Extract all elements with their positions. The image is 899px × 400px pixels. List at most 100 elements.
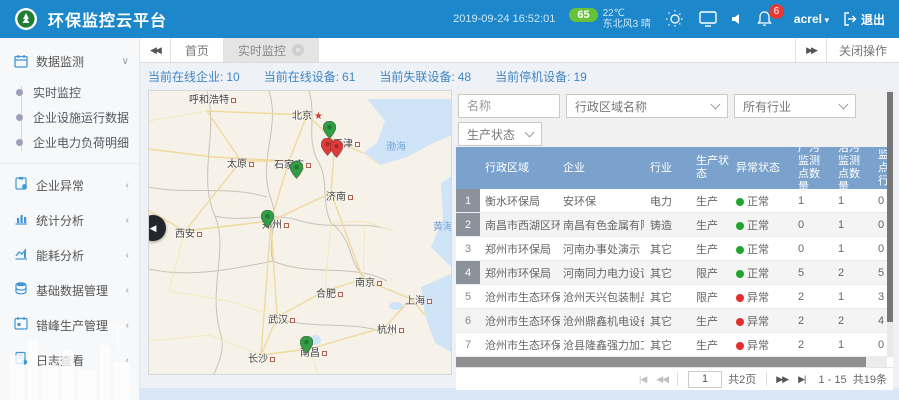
column-header[interactable]: 治污监测点数量 bbox=[824, 147, 864, 194]
logout-button[interactable]: 退出 bbox=[843, 11, 885, 28]
company-cell: 河南办事处演示 bbox=[560, 241, 644, 257]
map-city-label: 长沙 bbox=[248, 350, 275, 365]
close-operations-button[interactable]: 关闭操作 bbox=[826, 38, 899, 62]
next-page-button[interactable]: ▶▶ bbox=[771, 374, 793, 385]
horizontal-scrollbar[interactable] bbox=[456, 357, 887, 367]
column-header[interactable]: 行业 bbox=[644, 162, 688, 175]
town-square-icon bbox=[197, 232, 202, 237]
column-header[interactable]: 产污监测点数量 bbox=[784, 147, 824, 194]
table-row[interactable]: 6 沧州市生态环保局 沧州鼎鑫机电设备 其它 生产 异常 2 2 4 bbox=[456, 309, 887, 333]
column-header[interactable]: 行政区域 bbox=[480, 162, 560, 175]
treatment-points-cell: 1 bbox=[824, 291, 864, 303]
status-dot-icon bbox=[736, 246, 744, 254]
sidebar-item[interactable]: 错峰生产管理‹ bbox=[0, 308, 139, 343]
running-points-cell: 0 bbox=[864, 195, 887, 207]
table-row[interactable]: 5 沧州市生态环保局 沧州天兴包装制品 其它 限产 异常 2 1 3 bbox=[456, 285, 887, 309]
running-points-cell: 3 bbox=[864, 291, 887, 303]
row-number-cell: 3 bbox=[456, 237, 480, 260]
clipboard-alert-icon bbox=[14, 176, 28, 195]
sidebar-subitem[interactable]: 实时监控 bbox=[0, 80, 139, 105]
industry-cell: 其它 bbox=[644, 241, 688, 257]
region-cell: 衡水环保局 bbox=[480, 193, 560, 209]
table-container: 行政区域企业行业生产状态异常状态产污监测点数量治污监测点数量监测点运行 1 衡水… bbox=[456, 147, 887, 357]
calendar-icon bbox=[14, 54, 28, 68]
first-page-button[interactable]: |◀ bbox=[634, 374, 651, 385]
tabs-scroll-right-button[interactable]: ▶▶ bbox=[795, 38, 826, 62]
chevron-down-icon bbox=[839, 99, 849, 109]
stat-item: 当前在线企业:10 bbox=[148, 68, 240, 85]
vertical-scrollbar[interactable] bbox=[887, 90, 893, 357]
row-number-cell: 1 bbox=[456, 189, 480, 212]
tab-close-icon[interactable]: × bbox=[292, 44, 304, 56]
vertical-scrollbar-thumb[interactable] bbox=[887, 92, 893, 322]
row-number-cell: 2 bbox=[456, 213, 480, 236]
company-cell: 沧州鼎鑫机电设备 bbox=[560, 313, 644, 329]
sidebar-subitem[interactable]: 企业设施运行数据 bbox=[0, 105, 139, 130]
region-cell: 沧州市生态环保局 bbox=[480, 289, 560, 305]
table-row[interactable]: 2 南昌市西湖区环保 南昌有色金属有限 铸造 生产 正常 0 1 0 bbox=[456, 213, 887, 237]
column-header[interactable]: 监测点运行 bbox=[864, 149, 887, 188]
bullet-icon bbox=[16, 139, 23, 146]
production-status-cell: 生产 bbox=[688, 217, 734, 233]
region-filter-select[interactable]: 行政区域名称 bbox=[566, 94, 728, 118]
user-menu[interactable]: acrel ▾ bbox=[794, 12, 829, 26]
abnormal-status-cell: 正常 bbox=[734, 265, 784, 281]
map-marker-pin-icon[interactable] bbox=[261, 210, 274, 233]
sidebar-subitem[interactable]: 企业电力负荷明细 bbox=[0, 130, 139, 155]
speaker-icon[interactable] bbox=[731, 13, 743, 25]
table-body: 1 衡水环保局 安环保 电力 生产 正常 1 1 0 2 南昌市西湖区环保 南昌… bbox=[456, 189, 887, 357]
map-marker-pin-icon[interactable] bbox=[300, 336, 313, 359]
table-row[interactable]: 4 郑州市环保局 河南同力电力设计 其它 限产 正常 5 2 5 bbox=[456, 261, 887, 285]
bar-chart-icon bbox=[14, 211, 28, 230]
tab-home[interactable]: 首页 bbox=[171, 38, 224, 62]
column-header[interactable]: 异常状态 bbox=[734, 162, 784, 175]
tab-realtime-monitor[interactable]: 实时监控 × bbox=[224, 38, 319, 62]
sidebar-group-data-monitor[interactable]: 数据监测 ∨ bbox=[0, 44, 139, 78]
running-points-cell: 5 bbox=[864, 267, 887, 279]
sidebar-item[interactable]: 基础数据管理‹ bbox=[0, 273, 139, 308]
aqi-badge: 65 bbox=[569, 8, 597, 22]
sidebar-item[interactable]: 日志查看‹ bbox=[0, 343, 139, 378]
chevron-expanded-icon: ∨ bbox=[122, 56, 129, 67]
weather-widget: 65 22℃ 东北风3 晴 bbox=[569, 8, 651, 30]
name-filter-input[interactable] bbox=[458, 94, 560, 118]
column-header[interactable]: 企业 bbox=[560, 162, 644, 175]
production-status-filter-select[interactable]: 生产状态 bbox=[458, 122, 542, 146]
tabs-scroll-left-button[interactable]: ◀◀ bbox=[140, 38, 171, 62]
map-city-label: 北京★ bbox=[292, 107, 323, 122]
last-page-button[interactable]: ▶| bbox=[793, 374, 810, 385]
table-row[interactable]: 7 沧州市生态环保局 沧县隆鑫强力加工 其它 生产 异常 2 1 0 bbox=[456, 333, 887, 357]
chevron-collapsed-icon: ‹ bbox=[126, 320, 129, 331]
town-square-icon bbox=[231, 98, 236, 103]
status-dot-icon bbox=[736, 222, 744, 230]
column-header[interactable]: 生产状态 bbox=[688, 155, 734, 181]
town-square-icon bbox=[427, 299, 432, 304]
sidebar-item[interactable]: 统计分析‹ bbox=[0, 203, 139, 238]
map-marker-pin-icon[interactable] bbox=[290, 161, 303, 184]
table-row[interactable]: 3 郑州市环保局 河南办事处演示 其它 生产 正常 0 1 0 bbox=[456, 237, 887, 261]
production-status-cell: 生产 bbox=[688, 241, 734, 257]
map-city-label: 呼和浩特 bbox=[189, 91, 236, 106]
company-cell: 沧州天兴包装制品 bbox=[560, 289, 644, 305]
tab-bar: ◀◀ 首页 实时监控 × ▶▶ 关闭操作 bbox=[140, 38, 899, 63]
total-pages-label: 共2页 bbox=[728, 371, 756, 387]
horizontal-scrollbar-thumb[interactable] bbox=[456, 357, 866, 367]
town-square-icon bbox=[399, 328, 404, 333]
chevron-collapsed-icon: ‹ bbox=[126, 215, 129, 226]
app-title: 环保监控云平台 bbox=[48, 7, 167, 31]
notification-bell-icon[interactable]: 6 bbox=[757, 11, 772, 27]
prev-page-button[interactable]: ◀◀ bbox=[651, 374, 673, 385]
page-input[interactable] bbox=[688, 371, 722, 388]
row-number-cell: 6 bbox=[456, 309, 480, 332]
map-marker-pin-icon[interactable] bbox=[330, 140, 343, 163]
town-square-icon bbox=[348, 195, 353, 200]
region-cell: 沧州市生态环保局 bbox=[480, 313, 560, 329]
production-status-cell: 生产 bbox=[688, 337, 734, 353]
industry-filter-select[interactable]: 所有行业 bbox=[734, 94, 856, 118]
abnormal-status-cell: 正常 bbox=[734, 241, 784, 257]
sidebar-item[interactable]: 企业异常‹ bbox=[0, 168, 139, 203]
china-map[interactable]: 呼和浩特北京★天津太原石家庄济南西安郑州南京合肥上海武汉杭州长沙南昌渤海黄海 ◀ bbox=[148, 90, 452, 375]
screen-icon[interactable] bbox=[699, 11, 717, 27]
running-points-cell: 0 bbox=[864, 243, 887, 255]
sidebar-item[interactable]: 能耗分析‹ bbox=[0, 238, 139, 273]
